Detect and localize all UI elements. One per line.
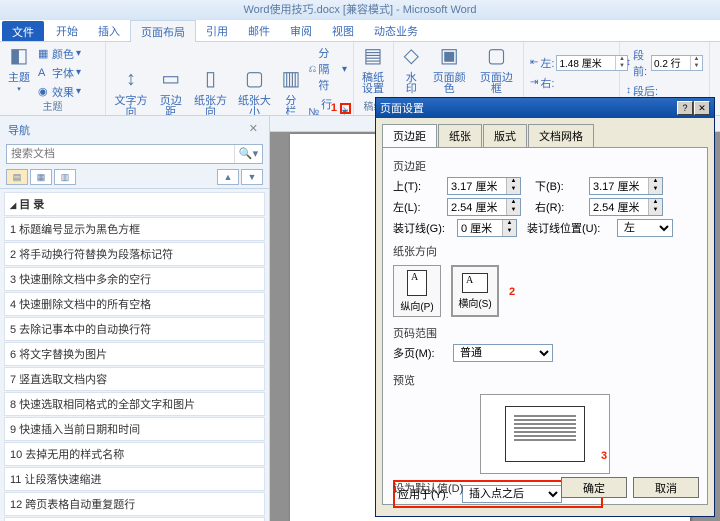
nav-item[interactable]: 6 将文字替换为图片 [4, 342, 265, 366]
tab-paper[interactable]: 纸张 [438, 124, 482, 147]
margin-right-input[interactable]: ▲▼ [589, 198, 663, 216]
indent-right[interactable]: ⇥ 右: [530, 74, 628, 92]
ok-button[interactable]: 确定 [561, 477, 627, 498]
space-before-input[interactable] [652, 56, 690, 70]
section-preview: 预览 [393, 372, 697, 388]
label-right: 右(R): [535, 199, 585, 215]
theme-colors[interactable]: ▦颜色 ▾ [38, 45, 81, 63]
columns-button[interactable]: ▥分栏 [279, 72, 302, 116]
multi-page-select[interactable]: 普通 [453, 344, 553, 362]
theme-effects[interactable]: ◉效果 ▾ [38, 83, 81, 101]
dialog-title: 页面设置 [380, 100, 424, 116]
orientation-button[interactable]: ▯纸张方向 [191, 72, 229, 116]
margin-top-input[interactable]: ▲▼ [447, 177, 521, 195]
gutter-input[interactable]: ▲▼ [457, 219, 517, 237]
breaks-button[interactable]: ⎌ 分隔符 ▾ [308, 44, 347, 94]
section-orientation: 纸张方向 [393, 243, 697, 259]
nav-item[interactable]: 2 将手动换行符替换为段落标记符 [4, 242, 265, 266]
margin-bottom-input[interactable]: ▲▼ [589, 177, 663, 195]
indent-left-input[interactable] [557, 56, 615, 70]
nav-list[interactable]: ◢ 目 录 1 标题编号显示为黑色方框 2 将手动换行符替换为段落标记符 3 快… [0, 189, 269, 521]
preview-box [480, 394, 610, 474]
menu-insert[interactable]: 插入 [88, 20, 130, 41]
nav-item[interactable]: 11 让段落快速缩进 [4, 467, 265, 491]
orientation-landscape[interactable]: 横向(S) [451, 265, 499, 317]
tab-layout[interactable]: 版式 [483, 124, 527, 147]
nav-item[interactable]: 4 快速删除文档中的所有空格 [4, 292, 265, 316]
group-theme-label: 主题 [6, 101, 99, 115]
navigation-pane: 导航 ✕ 🔍▾ ▤ ▦ ▥ ▲ ▼ ◢ 目 录 1 标题编号显示为黑色方框 2 将… [0, 116, 270, 521]
annotation-3: 3 [601, 450, 607, 462]
menu-view[interactable]: 视图 [322, 20, 364, 41]
annotation-2: 2 [509, 286, 515, 298]
menu-file[interactable]: 文件 [2, 21, 44, 41]
menu-home[interactable]: 开始 [46, 20, 88, 41]
page-setup-dialog-launcher[interactable]: ↘ [340, 103, 351, 114]
search-input[interactable] [7, 145, 234, 163]
menu-references[interactable]: 引用 [196, 20, 238, 41]
page-border-button[interactable]: ▢页面边框 [476, 49, 517, 97]
nav-item[interactable]: 1 标题编号显示为黑色方框 [4, 217, 265, 241]
menu-mailings[interactable]: 邮件 [238, 20, 280, 41]
label-multi: 多页(M): [393, 345, 449, 361]
space-before[interactable]: ↕ 段前: ▲▼ [626, 46, 703, 80]
preview-page [505, 406, 585, 462]
nav-view-pages[interactable]: ▦ [30, 169, 52, 185]
nav-next-icon[interactable]: ▼ [241, 169, 263, 185]
watermark-button[interactable]: ◇水印 [400, 49, 423, 97]
label-top: 上(T): [393, 178, 443, 194]
theme-fonts[interactable]: A字体 ▾ [38, 64, 81, 82]
manuscript-button[interactable]: ▤稿纸 设置 [360, 49, 386, 97]
nav-item[interactable]: 7 竖直选取文档内容 [4, 367, 265, 391]
section-margins: 页边距 [393, 158, 697, 174]
nav-view-results[interactable]: ▥ [54, 169, 76, 185]
nav-item[interactable]: 9 快速插入当前日期和时间 [4, 417, 265, 441]
label-left: 左(L): [393, 199, 443, 215]
label-bottom: 下(B): [535, 178, 585, 194]
nav-view-headings[interactable]: ▤ [6, 169, 28, 185]
annotation-1: 1 [331, 102, 337, 114]
margins-button[interactable]: ▭页边距 [156, 72, 185, 116]
nav-item[interactable]: 5 去除记事本中的自动换行符 [4, 317, 265, 341]
search-icon[interactable]: 🔍▾ [234, 145, 262, 163]
size-button[interactable]: ▢纸张大小 [235, 72, 273, 116]
page-color-button[interactable]: ▣页面颜色 [429, 49, 470, 97]
nav-title: 导航 [8, 122, 30, 138]
dialog-close-icon[interactable]: ✕ [694, 101, 710, 115]
indent-left[interactable]: ⇤ 左: ▲▼ [530, 54, 628, 72]
page-setup-dialog: 页面设置 ?✕ 页边距 纸张 版式 文档网格 页边距 上(T): ▲▼ 下(B)… [375, 97, 715, 517]
label-gutter: 装订线(G): [393, 220, 453, 236]
title-bar: Word使用技巧.docx [兼容模式] - Microsoft Word [0, 0, 720, 20]
nav-prev-icon[interactable]: ▲ [217, 169, 239, 185]
nav-item[interactable]: 12 跨页表格自动重复题行 [4, 492, 265, 516]
orientation-portrait[interactable]: 纵向(P) [393, 265, 441, 317]
nav-item[interactable]: 10 去掉无用的样式名称 [4, 442, 265, 466]
nav-item[interactable]: 13 表格转换为文本 [4, 517, 265, 521]
nav-close-icon[interactable]: ✕ [246, 122, 261, 138]
section-page-range: 页码范围 [393, 325, 697, 341]
tab-grid[interactable]: 文档网格 [528, 124, 594, 147]
menu-page-layout[interactable]: 页面布局 [130, 20, 196, 42]
menu-bar: 文件 开始 插入 页面布局 引用 邮件 审阅 视图 动态业务 [0, 20, 720, 42]
nav-item[interactable]: 8 快速选取相同格式的全部文字和图片 [4, 392, 265, 416]
themes-button[interactable]: ◧主题▾ [6, 49, 32, 97]
margin-left-input[interactable]: ▲▼ [447, 198, 521, 216]
nav-search[interactable]: 🔍▾ [6, 144, 263, 164]
cancel-button[interactable]: 取消 [633, 477, 699, 498]
gutter-pos-select[interactable]: 左 [617, 219, 673, 237]
label-gutter-pos: 装订线位置(U): [527, 220, 613, 236]
text-direction-button[interactable]: ↕文字方向 [112, 72, 150, 116]
nav-toc-header[interactable]: ◢ 目 录 [4, 192, 265, 216]
menu-dynamics[interactable]: 动态业务 [364, 20, 428, 41]
menu-review[interactable]: 审阅 [280, 20, 322, 41]
dialog-help-icon[interactable]: ? [677, 101, 693, 115]
nav-item[interactable]: 3 快速删除文档中多余的空行 [4, 267, 265, 291]
tab-margins[interactable]: 页边距 [382, 124, 437, 147]
